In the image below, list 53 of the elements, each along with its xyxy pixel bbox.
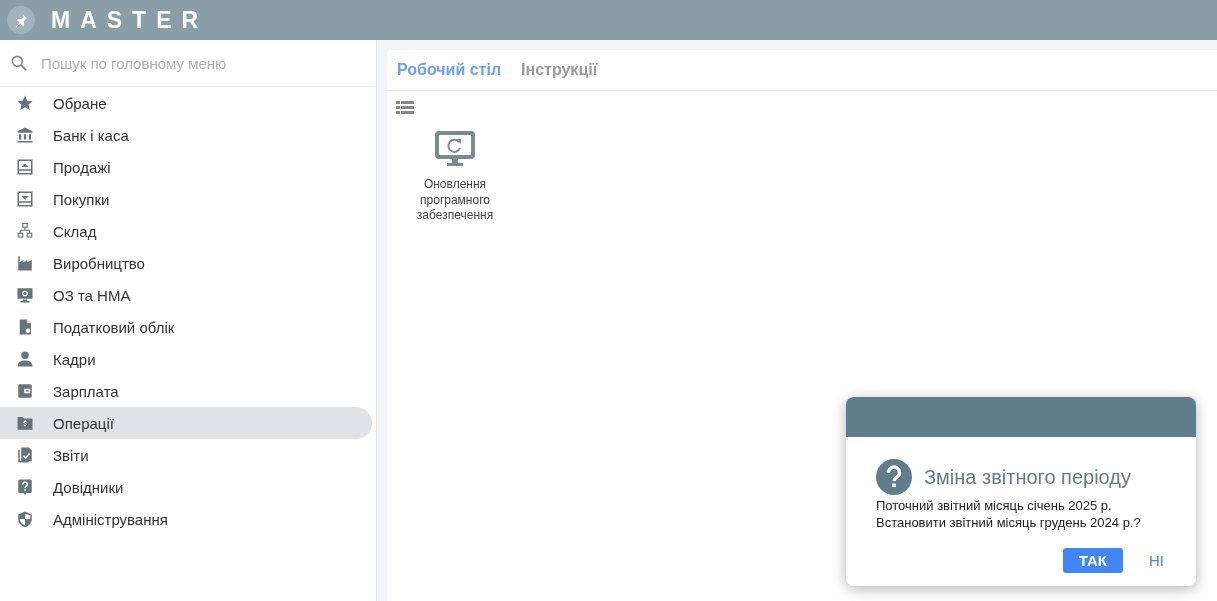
- wallet-icon: [16, 382, 34, 400]
- menu-item[interactable]: Звіти: [0, 439, 372, 471]
- menu-item-label: Кадри: [53, 350, 96, 368]
- menu-item[interactable]: Довідники: [0, 471, 372, 503]
- menu-item[interactable]: Продажі: [0, 151, 372, 183]
- pin-icon[interactable]: [7, 6, 35, 34]
- question-icon: [876, 459, 912, 495]
- menu-item-label: Довідники: [53, 478, 124, 496]
- menu-item[interactable]: Кадри: [0, 343, 372, 375]
- menu-item-label: Банк і каса: [53, 126, 129, 144]
- menu-item-label: Обране: [53, 94, 107, 112]
- dialog-message: Встановити звітний місяць грудень 2024 р.?: [876, 514, 1142, 531]
- download-tray-icon: [16, 190, 34, 208]
- menu-item[interactable]: Покупки: [0, 183, 372, 215]
- menu-item[interactable]: Адміністрування: [0, 503, 372, 535]
- bank-icon: [16, 126, 34, 144]
- dialog-message: Поточний звітний місяць січень 2025 р.: [876, 497, 1113, 514]
- confirm-button[interactable]: ТАК: [1062, 548, 1123, 573]
- dollar-folder-icon: [16, 414, 34, 432]
- search-icon: [9, 53, 29, 73]
- menu-item[interactable]: Зарплата: [0, 375, 372, 407]
- dialog-title: Зміна звітного періоду: [924, 465, 1131, 489]
- app-logo-text: MASTER: [51, 6, 209, 34]
- hierarchy-icon: [16, 222, 34, 240]
- person-icon: [16, 350, 34, 368]
- star-icon: [16, 94, 34, 112]
- menu-item-label: Звіти: [53, 446, 89, 464]
- menu-item-label: Покупки: [53, 190, 110, 208]
- factory-icon: [16, 254, 34, 272]
- menu-item-label: Податковий облік: [53, 318, 175, 336]
- menu-item-label: Операції: [53, 414, 114, 432]
- upload-tray-icon: [16, 158, 34, 176]
- tile-label[interactable]: Оновлення програмного забезпечення: [405, 177, 505, 224]
- menu-item[interactable]: Обране: [0, 87, 372, 119]
- menu-item[interactable]: ОЗ та НМА: [0, 279, 372, 311]
- menu-item[interactable]: Склад: [0, 215, 372, 247]
- list-view-icon[interactable]: [396, 101, 414, 115]
- menu-item-label: ОЗ та НМА: [53, 286, 131, 304]
- monitor-refresh-icon[interactable]: [435, 131, 475, 169]
- shield-icon: [16, 510, 34, 528]
- menu-item-label: Адміністрування: [53, 510, 168, 528]
- menu-item-label: Зарплата: [53, 382, 119, 400]
- monitor-icon: [16, 286, 34, 304]
- menu-item[interactable]: Виробництво: [0, 247, 372, 279]
- menu-item-label: Продажі: [53, 158, 111, 176]
- menu-item-label: Виробництво: [53, 254, 145, 272]
- cancel-button[interactable]: НІ: [1145, 548, 1176, 573]
- checked-document-icon: [16, 446, 34, 464]
- menu-item[interactable]: Банк і каса: [0, 119, 372, 151]
- menu-item[interactable]: Операції: [0, 407, 372, 439]
- menu-item[interactable]: Податковий облік: [0, 311, 372, 343]
- menu-item-label: Склад: [53, 222, 97, 240]
- help-icon: [16, 478, 34, 496]
